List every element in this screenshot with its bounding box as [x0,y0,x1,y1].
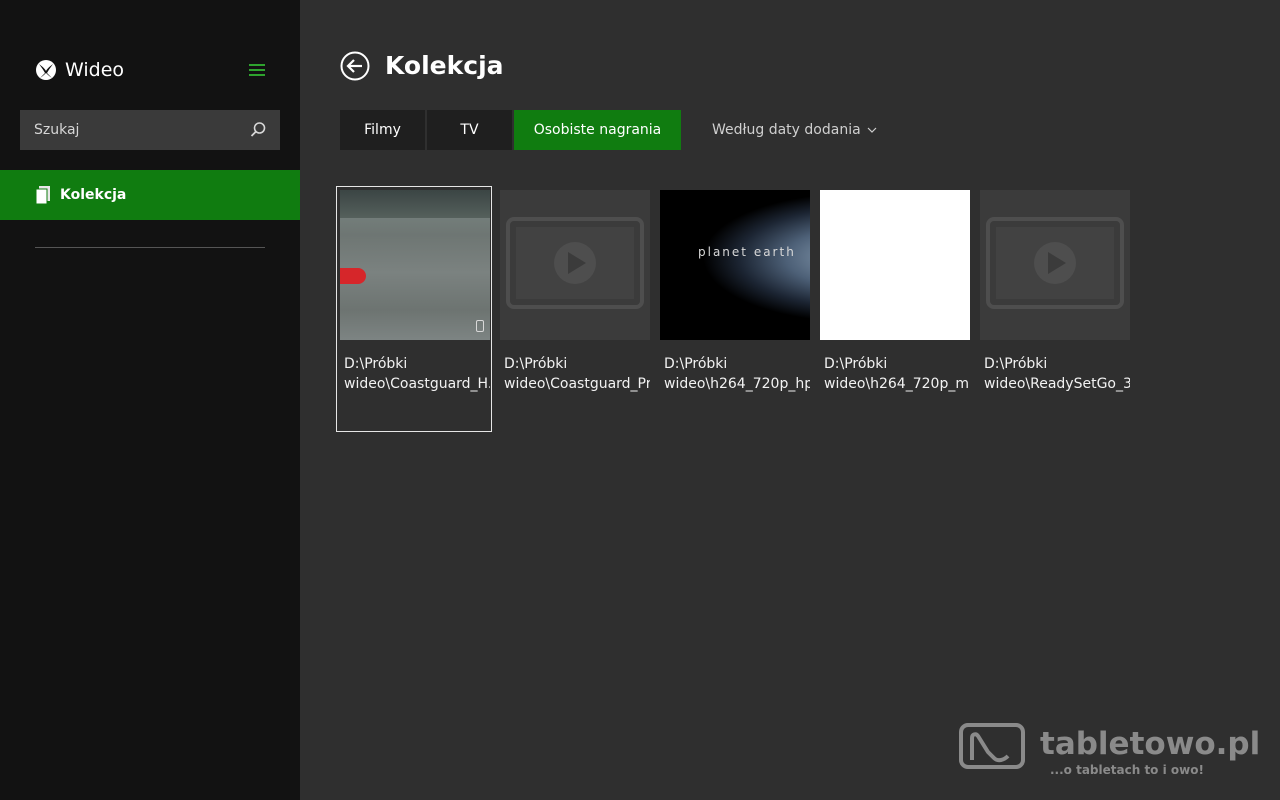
collection-icon [35,186,50,204]
video-tile[interactable]: planet earth D:\Próbki wideo\h264_720p_h… [660,190,810,430]
watermark-subtitle: ...o tabletach to i owo! [1050,763,1204,777]
video-title: D:\Próbki wideo\Coastguard_H. [344,356,490,392]
search-input[interactable] [20,109,248,151]
xbox-icon [36,60,56,80]
back-button[interactable] [340,51,370,81]
video-thumbnail [820,190,970,340]
thumbnail-text: planet earth [698,245,796,259]
tablet-logo-icon [959,723,1025,769]
video-title: D:\Próbki wideo\Coastguard_Pr [504,356,650,392]
page-title: Kolekcja [385,51,504,80]
video-thumbnail [980,190,1130,340]
search-icon[interactable] [248,120,268,140]
video-thumbnail: planet earth [660,190,810,340]
watermark-title: tabletowo.pl [1040,726,1261,762]
video-tile[interactable]: D:\Próbki wideo\h264_720p_mp [820,190,970,430]
sidebar: Wideo Kolekcja [0,0,300,800]
video-placeholder-icon [506,217,644,309]
video-title: D:\Próbki wideo\h264_720p_mp [824,356,970,392]
video-thumbnail [340,190,490,340]
video-tile[interactable]: D:\Próbki wideo\Coastguard_H. [336,186,492,432]
tab-osobiste-nagrania[interactable]: Osobiste nagrania [514,110,681,150]
video-title: D:\Próbki wideo\h264_720p_hp [664,356,810,392]
sidebar-item-label: Kolekcja [60,187,127,203]
hamburger-menu-icon[interactable] [249,64,265,76]
video-tile[interactable]: D:\Próbki wideo\Coastguard_Pr [500,190,650,430]
sidebar-item-kolekcja[interactable]: Kolekcja [0,170,300,220]
video-placeholder-icon [986,217,1124,309]
app-title: Wideo [65,59,125,81]
video-title: D:\Próbki wideo\ReadySetGo_3 [984,356,1130,392]
tab-tv[interactable]: TV [427,110,512,150]
watermark: tabletowo.pl ...o tabletach to i owo! [958,722,1261,782]
tab-filmy[interactable]: Filmy [340,110,425,150]
video-thumbnail [500,190,650,340]
chevron-down-icon [867,127,877,133]
sort-dropdown[interactable]: Według daty dodania [712,110,877,150]
search-box [20,109,280,151]
video-tile[interactable]: D:\Próbki wideo\ReadySetGo_3 [980,190,1130,430]
sort-label: Według daty dodania [712,122,861,138]
sidebar-divider [35,247,265,248]
app-header: Wideo [35,56,265,84]
tab-bar: Filmy TV Osobiste nagrania [340,110,683,150]
